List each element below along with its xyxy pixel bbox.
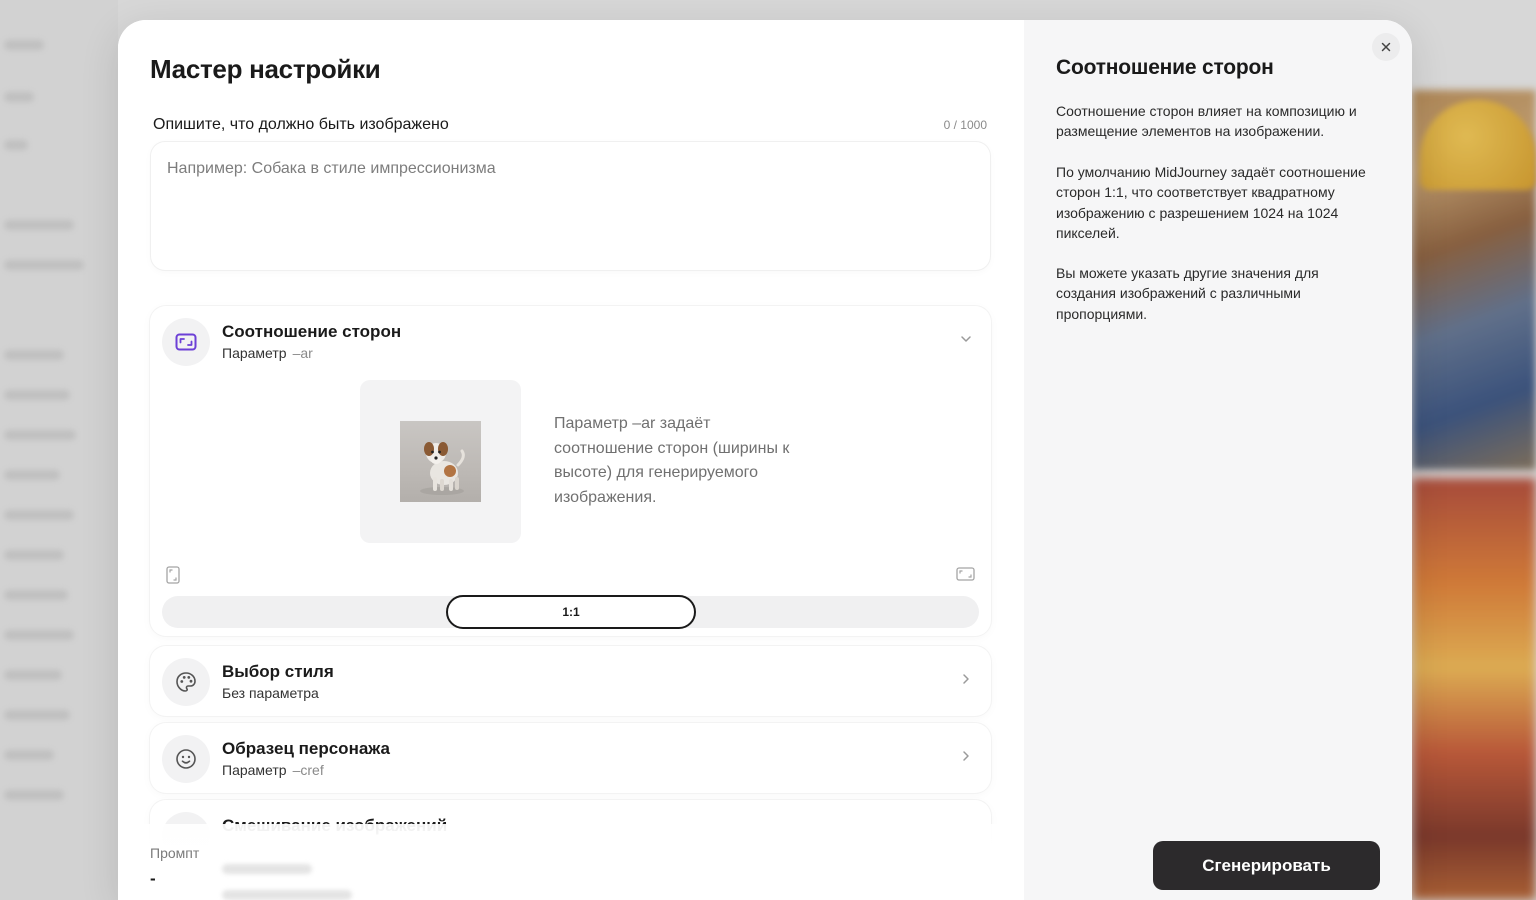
cref-sub-prefix: Параметр <box>222 762 287 778</box>
help-pane: Соотношение сторон Соотношение сторон вл… <box>1024 20 1412 900</box>
aspect-ratio-slider-thumb[interactable]: 1:1 <box>446 595 696 629</box>
palette-icon <box>162 658 210 706</box>
cref-param: –cref <box>292 762 324 778</box>
close-icon <box>1381 42 1391 52</box>
character-reference-card[interactable]: Образец персонажа Параметр –cref <box>150 723 991 793</box>
smiley-icon <box>162 735 210 783</box>
chevron-right-icon <box>959 672 973 686</box>
aspect-ratio-header[interactable]: Соотношение сторон Параметр –ar <box>150 306 991 376</box>
generate-button[interactable]: Сгенерировать <box>1153 841 1380 890</box>
aspect-ratio-title: Соотношение сторон <box>222 322 402 341</box>
style-selection-card[interactable]: Выбор стиля Без параметра <box>150 646 991 716</box>
aspect-preview-box <box>360 380 521 543</box>
aspect-ratio-param: –ar <box>292 345 313 361</box>
setup-wizard-modal: Мастер настройки Опишите, что должно быт… <box>118 20 1412 900</box>
wizard-footer: Промпт - Сгенерировать <box>118 824 1412 900</box>
description-label: Опишите, что должно быть изображено <box>153 116 449 133</box>
aspect-ratio-card: Соотношение сторон Параметр –ar Параметр… <box>150 306 991 636</box>
portrait-frame-icon[interactable] <box>166 566 180 589</box>
aspect-ratio-icon <box>162 318 210 366</box>
modal-title: Мастер настройки <box>150 54 381 84</box>
chevron-right-icon <box>959 749 973 763</box>
cref-subtitle: Параметр –cref <box>222 762 324 778</box>
prompt-label: Промпт <box>150 845 200 861</box>
help-title: Соотношение сторон <box>1056 56 1274 79</box>
aspect-ratio-description: Параметр –ar задаёт соотношение сторон (… <box>554 415 790 506</box>
prompt-value: - <box>150 869 156 888</box>
wizard-form-pane: Мастер настройки Опишите, что должно быт… <box>118 20 1024 900</box>
chevron-down-icon[interactable] <box>959 332 973 346</box>
help-paragraph: Соотношение сторон влияет на композицию … <box>1056 103 1357 140</box>
aspect-ratio-sub-prefix: Параметр <box>222 345 287 361</box>
dog-preview-image <box>400 421 481 502</box>
help-paragraph: По умолчанию MidJourney задаёт соотношен… <box>1056 164 1366 241</box>
style-title: Выбор стиля <box>222 662 334 681</box>
close-button[interactable] <box>1372 33 1400 61</box>
cref-title: Образец персонажа <box>222 739 391 758</box>
landscape-frame-icon[interactable] <box>956 567 975 586</box>
description-input[interactable] <box>151 142 990 270</box>
aspect-ratio-subtitle: Параметр –ar <box>222 345 313 361</box>
aspect-ratio-slider[interactable]: 1:1 <box>162 595 979 629</box>
style-subtitle: Без параметра <box>222 685 319 701</box>
help-paragraph: Вы можете указать другие значения для со… <box>1056 265 1319 322</box>
char-counter: 0 / 1000 <box>943 118 987 132</box>
